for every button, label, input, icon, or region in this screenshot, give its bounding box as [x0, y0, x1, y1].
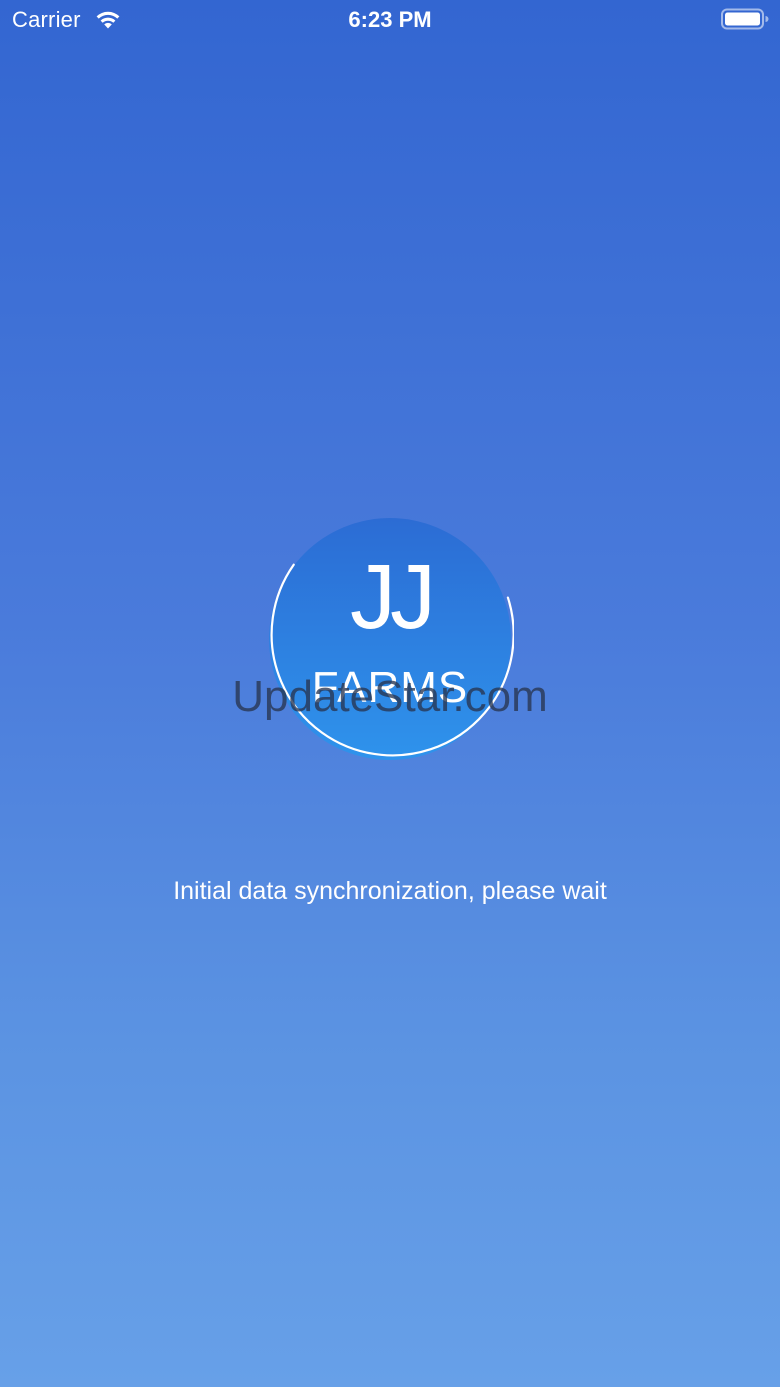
watermark-text: UpdateStar.com [232, 672, 548, 721]
status-time: 6:23 PM [348, 7, 432, 32]
sync-status-message: Initial data synchronization, please wai… [173, 877, 607, 905]
status-bar: Carrier 6:23 PM [0, 0, 780, 40]
app-logo: JJ FARMS [266, 515, 514, 763]
logo-text-jj: JJ [350, 546, 436, 648]
battery-full-icon [721, 8, 769, 30]
